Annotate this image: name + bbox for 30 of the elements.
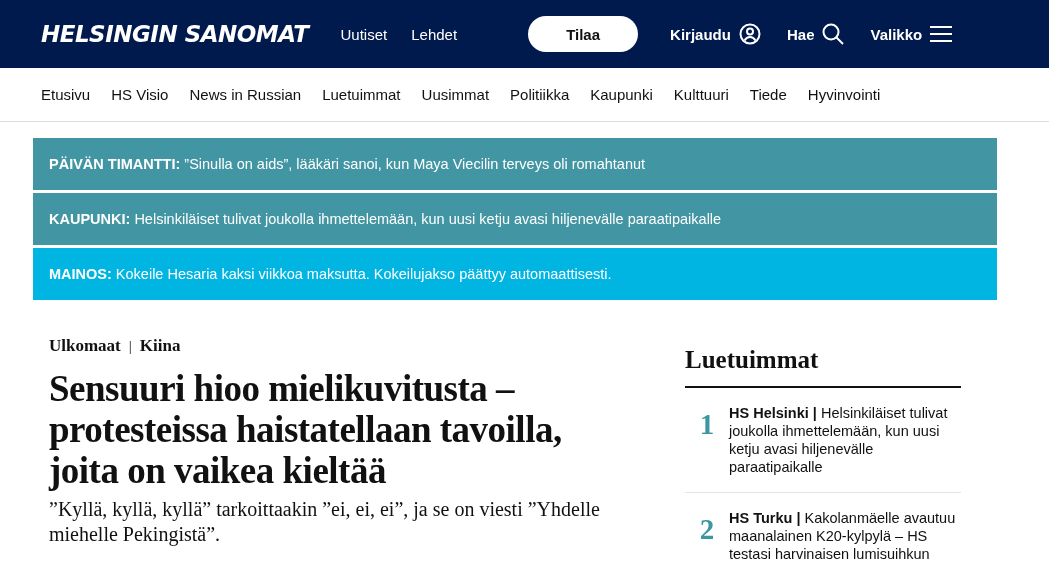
most-read-link[interactable]: HS Helsinki | Helsinkiläiset tulivat joukolla ihmettelemään, kun uusi ketju avasi hiljenevälle paraatipaikalle	[729, 404, 961, 476]
nav-link[interactable]: Luetuimmat	[322, 86, 401, 103]
search-button[interactable]: Hae	[786, 23, 845, 45]
site-logo[interactable]: HELSINGIN SANOMAT	[41, 19, 315, 49]
nav-link[interactable]: Kaupunki	[590, 86, 653, 103]
article-headline[interactable]: Sensuuri hioo mielikuvitusta – protesteissa haistatellaan tavoilla, joita on vaikea kieltää	[49, 368, 629, 491]
user-icon	[738, 23, 761, 45]
nav-link[interactable]: HS Visio	[111, 86, 169, 103]
article-lead: ”Kyllä, kyllä, kyllä” tarkoittaakin ”ei, ei, ei”, ja se on viesti ”Yhdelle miehelle Pekingistä”.	[49, 497, 601, 547]
header-link[interactable]: Uutiset	[340, 25, 388, 43]
rank-number: 1	[698, 407, 716, 442]
subscribe-button[interactable]: Tilaa	[528, 16, 639, 52]
section-link[interactable]: Ulkomaat	[49, 336, 121, 356]
most-read-link[interactable]: HS Turku | Kakolanmäelle avautuu maanalainen K20-kylpylä – HS testasi harvinaisen lumisuihkun	[729, 509, 961, 563]
most-read-heading: Luetuimmat	[685, 346, 961, 388]
header-link[interactable]: Lehdet	[411, 25, 458, 43]
nav-link[interactable]: Hyvinvointi	[807, 86, 881, 103]
nav-link[interactable]: News in Russian	[189, 86, 302, 103]
nav-link[interactable]: Kulttuuri	[673, 86, 729, 103]
menu-icon	[930, 26, 953, 42]
login-button[interactable]: Kirjaudu	[670, 23, 761, 45]
rank-number: 2	[698, 512, 716, 547]
section-separator: |	[128, 337, 132, 355]
menu-button[interactable]: Valikko	[870, 23, 953, 45]
nav-link[interactable]: Politiikka	[510, 86, 570, 103]
nav-link[interactable]: Tiede	[749, 86, 787, 103]
nav-link[interactable]: Uusimmat	[421, 86, 490, 103]
section-link[interactable]: Kiina	[139, 336, 181, 356]
search-icon	[822, 23, 845, 45]
nav-link[interactable]: Etusivu	[41, 86, 91, 103]
